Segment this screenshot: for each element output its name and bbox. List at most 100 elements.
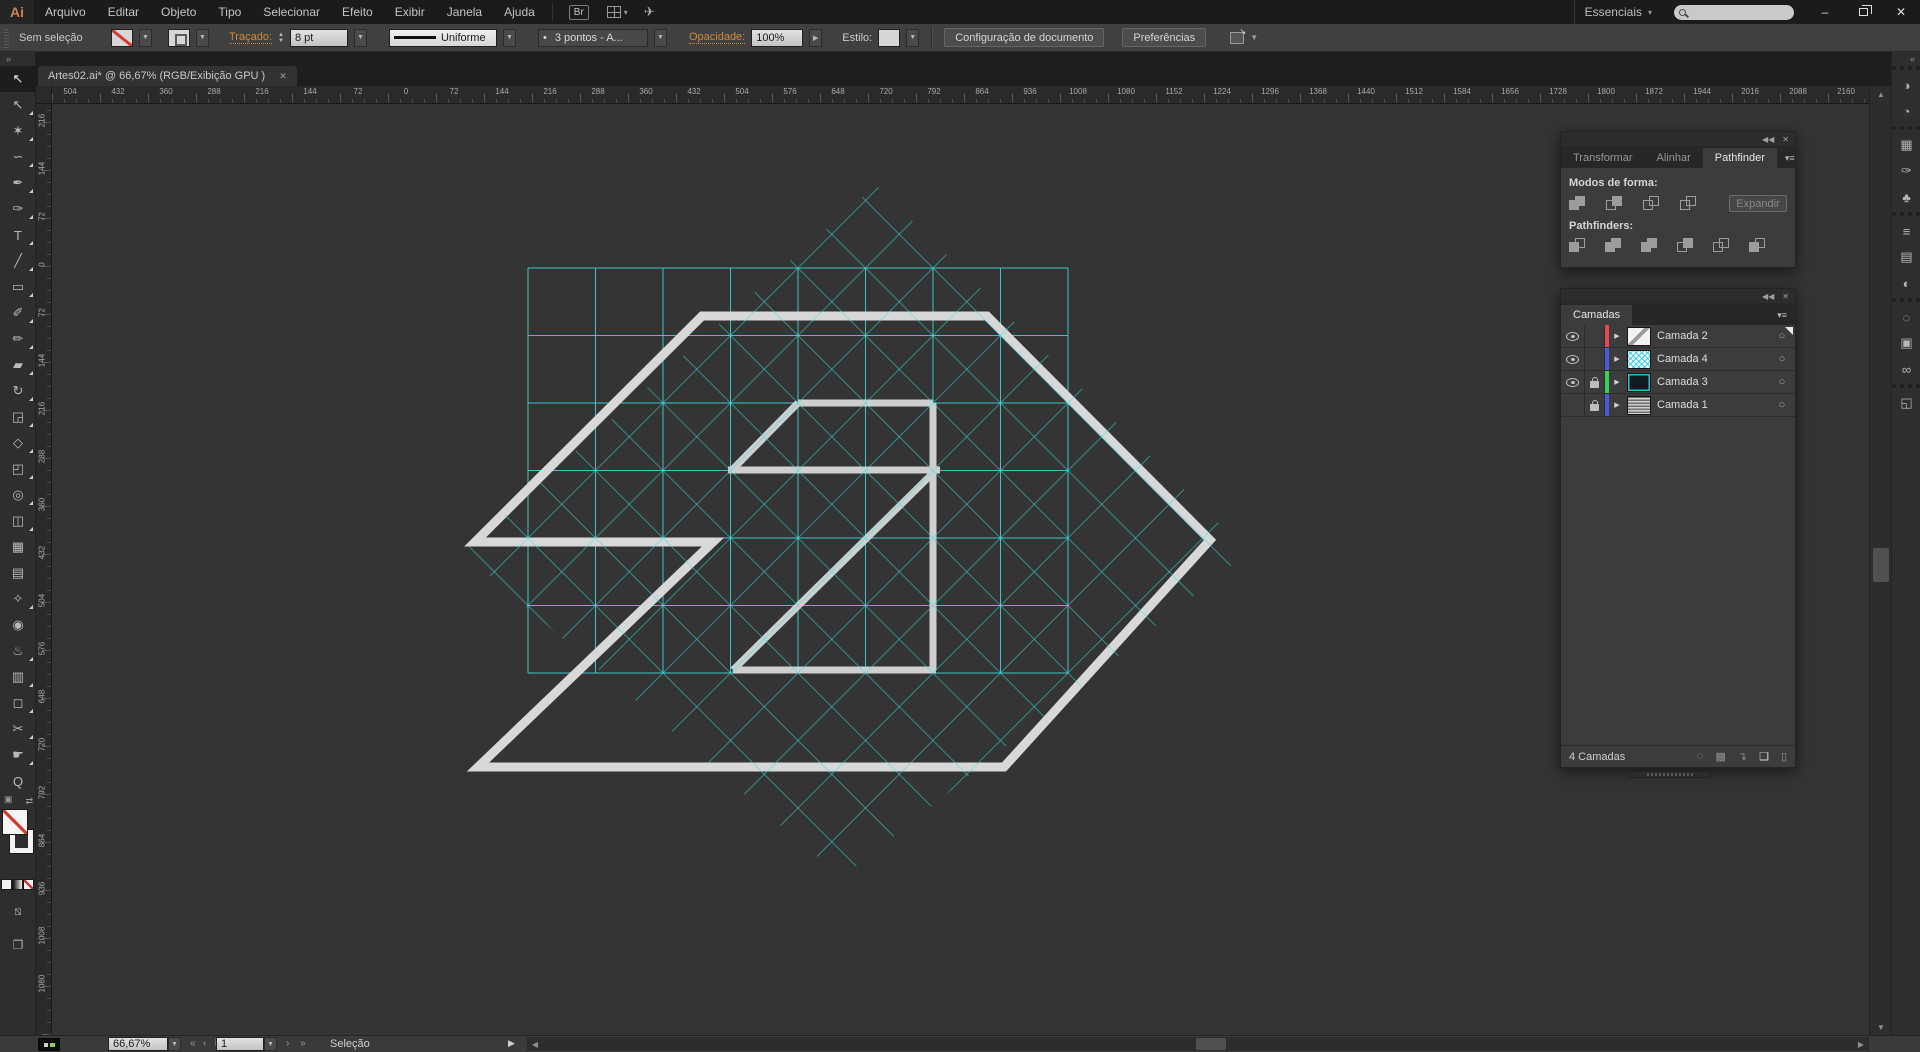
artboard-number-field[interactable]: 1 — [216, 1037, 264, 1051]
perspective-grid-tool[interactable]: ◫ — [0, 508, 36, 534]
stroke-weight-dropdown[interactable]: ▼ — [353, 28, 367, 47]
transparency-icon[interactable]: ◐ — [1892, 270, 1920, 296]
lock-toggle[interactable] — [1585, 325, 1605, 347]
stroke-weight-field[interactable]: 8 pt — [289, 28, 348, 47]
panel-grip[interactable] — [4, 27, 9, 48]
preferences-button[interactable]: Preferências — [1122, 28, 1207, 47]
blend-tool[interactable]: ◉ — [0, 612, 36, 638]
new-sublayer-icon[interactable]: ↴ — [1738, 750, 1747, 763]
appearance-icon[interactable]: ◌ — [1892, 304, 1920, 330]
lock-toggle[interactable] — [1585, 394, 1605, 416]
pencil-tool[interactable]: ✏ — [0, 326, 36, 352]
menu-editar[interactable]: Editar — [97, 0, 150, 24]
panel-menu-icon[interactable]: ▾≡ — [1769, 306, 1795, 325]
screen-mode-button[interactable]: ❐ — [0, 933, 36, 957]
delete-layer-icon[interactable]: ▯ — [1781, 750, 1787, 763]
color-guide-icon[interactable]: ◔ — [1892, 98, 1920, 124]
scroll-up-icon[interactable]: ▲ — [1870, 86, 1892, 102]
drawing-modes-button[interactable]: ⧅ — [0, 899, 36, 923]
unite-icon[interactable] — [1569, 196, 1586, 211]
lock-toggle[interactable] — [1585, 371, 1605, 393]
profile-dropdown[interactable]: ▼ — [502, 28, 516, 47]
intersect-icon[interactable] — [1643, 196, 1660, 211]
layer-name[interactable]: Camada 2 — [1653, 330, 1769, 342]
direct-selection-tool[interactable]: ↖ — [0, 92, 36, 118]
tab-alinhar[interactable]: Alinhar — [1645, 148, 1703, 168]
close-panel-icon[interactable]: ✕ — [1782, 292, 1789, 301]
layer-thumbnail[interactable] — [1628, 373, 1650, 391]
workspace-switcher[interactable]: Essenciais ▾ — [1573, 0, 1662, 24]
zoom-tool[interactable]: Q — [0, 768, 36, 794]
menu-efeito[interactable]: Efeito — [331, 0, 384, 24]
color-panel-icon[interactable]: ◑ — [1892, 72, 1920, 98]
layer-name[interactable]: Camada 4 — [1653, 353, 1769, 365]
symbol-sprayer-tool[interactable]: ♨ — [0, 638, 36, 664]
opacity-label[interactable]: Opacidade: — [688, 31, 746, 44]
opacity-field[interactable]: 100% — [751, 28, 804, 47]
layer-thumbnail[interactable] — [1628, 396, 1650, 414]
close-button[interactable]: ✕ — [1882, 1, 1920, 23]
locate-object-icon[interactable]: ◌ — [1697, 750, 1704, 763]
eyedropper-tool[interactable]: ✧ — [0, 586, 36, 612]
fill-color-well[interactable] — [111, 28, 133, 47]
type-tool[interactable]: T — [0, 222, 36, 248]
layer-row[interactable]: ▶ Camada 4 ○ — [1561, 348, 1795, 371]
arrange-documents-button[interactable]: ▾ — [606, 6, 628, 18]
tab-camadas[interactable]: Camadas — [1561, 305, 1633, 325]
stroke-color-well[interactable] — [168, 28, 190, 47]
selection-tool[interactable]: ↖ — [0, 66, 36, 92]
crop-icon[interactable] — [1677, 238, 1694, 253]
align-options-icon[interactable] — [1230, 27, 1246, 44]
free-transform-tool[interactable]: ◰ — [0, 456, 36, 482]
pen-tool[interactable]: ✒ — [0, 170, 36, 196]
expand-button[interactable]: Expandir — [1729, 195, 1787, 212]
layer-row[interactable]: ▶ Camada 1 ○ — [1561, 394, 1795, 417]
menu-selecionar[interactable]: Selecionar — [252, 0, 331, 24]
visibility-toggle[interactable] — [1561, 325, 1585, 347]
canvas-corner-widget[interactable] — [38, 1038, 60, 1051]
vertical-scroll-thumb[interactable] — [1873, 548, 1889, 582]
vertical-scrollbar[interactable]: ▲ ▼ — [1869, 86, 1891, 1035]
brushes-icon[interactable]: ✑ — [1892, 158, 1920, 184]
horizontal-scroll-thumb[interactable] — [1196, 1038, 1226, 1050]
new-layer-icon[interactable]: ❏ — [1759, 750, 1769, 763]
expand-layer-icon[interactable]: ▶ — [1609, 371, 1625, 393]
scale-tool[interactable]: ◲ — [0, 404, 36, 430]
outline-icon[interactable] — [1713, 238, 1730, 253]
dock-collapse-button[interactable]: « — [1892, 52, 1920, 66]
shape-builder-tool[interactable]: ◎ — [0, 482, 36, 508]
cc-libraries-icon[interactable]: ∞ — [1892, 356, 1920, 382]
stroke-dropdown-button[interactable]: ▼ — [196, 28, 209, 47]
exclude-icon[interactable] — [1680, 196, 1697, 211]
target-icon[interactable]: ○ — [1769, 394, 1795, 416]
magic-wand-tool[interactable]: ✶ — [0, 118, 36, 144]
layer-row[interactable]: ▶ Camada 2 ○ — [1561, 325, 1795, 348]
lock-toggle[interactable] — [1585, 348, 1605, 370]
mesh-tool[interactable]: ▦ — [0, 534, 36, 560]
divide-icon[interactable] — [1569, 238, 1586, 253]
visibility-toggle[interactable] — [1561, 371, 1585, 393]
bridge-button[interactable]: Br — [568, 4, 589, 20]
eraser-tool[interactable]: ▰ — [0, 352, 36, 378]
menu-objeto[interactable]: Objeto — [150, 0, 207, 24]
stroke-icon[interactable]: ≡ — [1892, 218, 1920, 244]
restore-button[interactable] — [1844, 1, 1882, 23]
close-panel-icon[interactable]: ✕ — [1782, 135, 1789, 144]
expand-layer-icon[interactable]: ▶ — [1609, 348, 1625, 370]
gradient-button[interactable] — [13, 880, 22, 889]
color-button[interactable] — [2, 880, 11, 889]
trim-icon[interactable] — [1605, 238, 1622, 253]
column-graph-tool[interactable]: ▥ — [0, 664, 36, 690]
rectangle-tool[interactable]: ▭ — [0, 274, 36, 300]
visibility-toggle[interactable] — [1561, 348, 1585, 370]
expand-layer-icon[interactable]: ▶ — [1609, 394, 1625, 416]
artboard-dropdown[interactable]: ▼ — [264, 1037, 277, 1051]
menu-exibir[interactable]: Exibir — [384, 0, 436, 24]
artboard-tool[interactable]: ◻ — [0, 690, 36, 716]
app-search[interactable] — [1674, 4, 1794, 20]
swatches-icon[interactable]: ▦ — [1892, 132, 1920, 158]
horizontal-scrollbar[interactable]: ◀ ▶ — [527, 1037, 1869, 1051]
opacity-dropdown[interactable]: ▶ — [809, 28, 823, 47]
stroke-profile-field[interactable]: Uniforme — [388, 28, 497, 47]
visibility-toggle[interactable] — [1561, 394, 1585, 416]
